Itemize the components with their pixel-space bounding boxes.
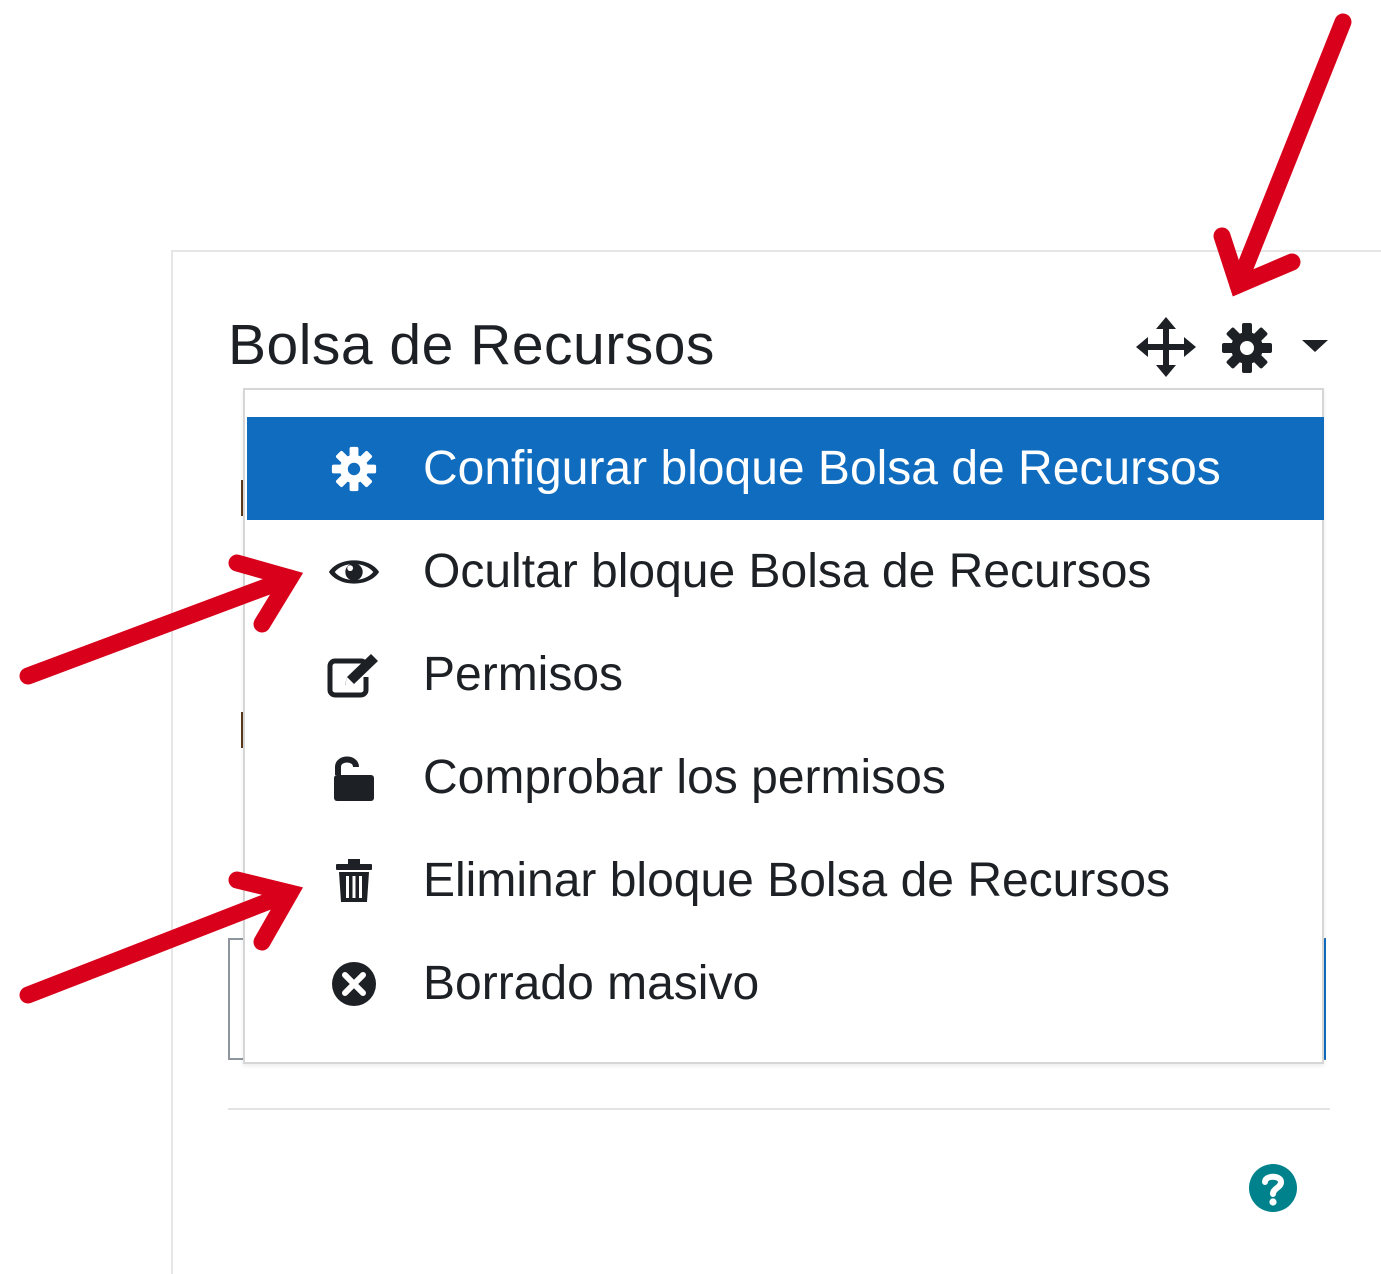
menu-item-label: Configurar bloque Bolsa de Recursos: [423, 442, 1221, 495]
menu-item-permissions[interactable]: Permisos: [247, 623, 1324, 726]
divider: [228, 1108, 1330, 1110]
unlock-icon: [327, 751, 381, 805]
menu-item-label: Eliminar bloque Bolsa de Recursos: [423, 854, 1171, 907]
actions-menu-toggle[interactable]: [1216, 318, 1336, 378]
menu-item-bulk-delete[interactable]: Borrado masivo: [247, 932, 1324, 1035]
stage: Bolsa de Recursos Configurar bloque Bols…: [0, 0, 1381, 1274]
block-title: Bolsa de Recursos: [228, 313, 715, 377]
menu-item-label: Borrado masivo: [423, 957, 760, 1010]
gear-icon: [327, 442, 381, 496]
question-circle-icon[interactable]: [1248, 1163, 1298, 1213]
menu-item-label: Permisos: [423, 648, 624, 701]
menu-item-label: Ocultar bloque Bolsa de Recursos: [423, 545, 1152, 598]
menu-item-delete[interactable]: Eliminar bloque Bolsa de Recursos: [247, 829, 1324, 932]
actions-dropdown-menu: Configurar bloque Bolsa de Recursos Ocul…: [243, 388, 1324, 1064]
menu-item-check-permissions[interactable]: Comprobar los permisos: [247, 726, 1324, 829]
gear-icon: [1222, 323, 1272, 373]
menu-item-configure[interactable]: Configurar bloque Bolsa de Recursos: [247, 417, 1324, 520]
caret-down-icon: [1302, 340, 1328, 352]
arrow-gear-annotation: [1229, 13, 1352, 294]
trash-icon: [327, 854, 381, 908]
menu-item-hide[interactable]: Ocultar bloque Bolsa de Recursos: [247, 520, 1324, 623]
edit-icon: [327, 648, 381, 702]
move-icon[interactable]: [1136, 317, 1196, 377]
menu-item-label: Comprobar los permisos: [423, 751, 946, 804]
times-circle-icon: [327, 957, 381, 1011]
eye-icon: [327, 545, 381, 599]
